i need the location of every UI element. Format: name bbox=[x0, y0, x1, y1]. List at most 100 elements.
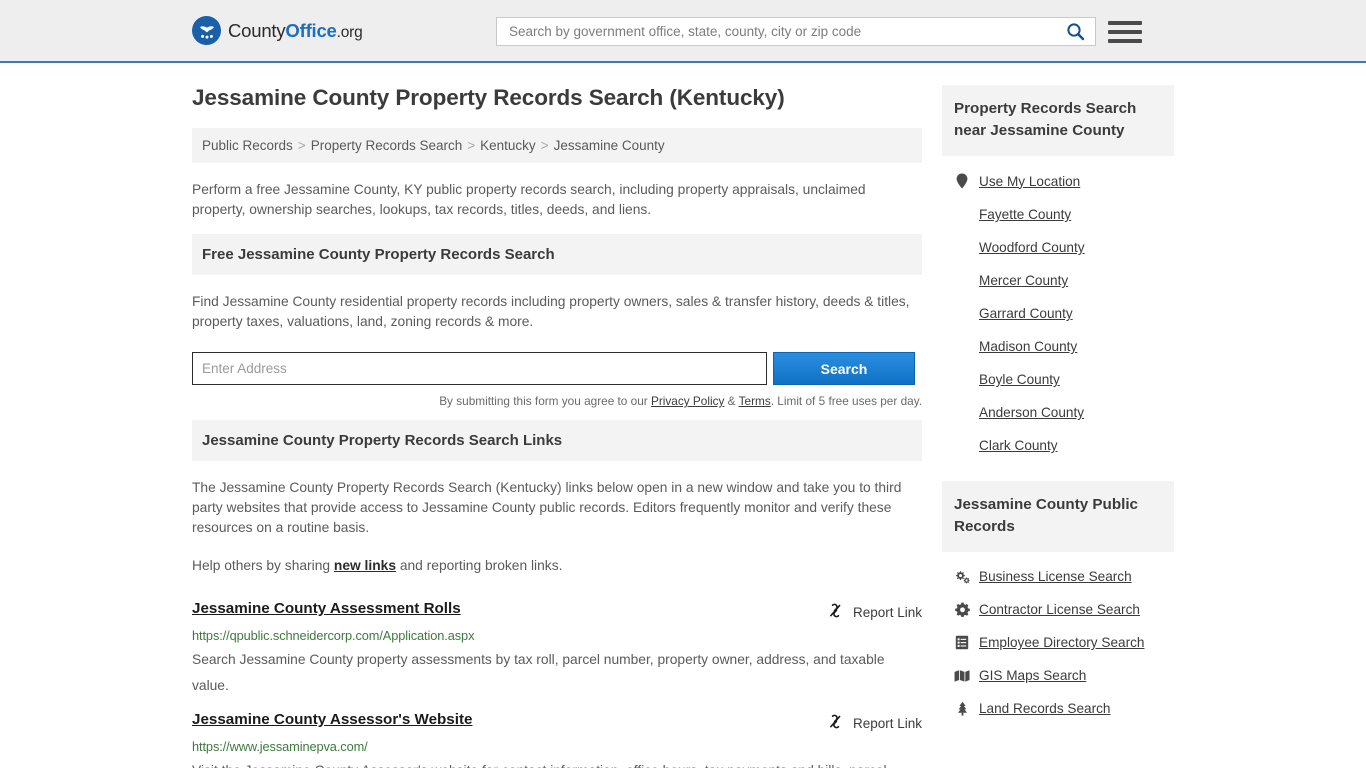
sidebar-item-boyle-county[interactable]: Boyle County bbox=[954, 363, 1174, 396]
result-description: Visit the Jessamine County Assessor's we… bbox=[192, 754, 907, 768]
site-header: CountyOffice.org bbox=[0, 0, 1366, 63]
breadcrumb-separator: > bbox=[541, 138, 549, 153]
sidebar-item-label[interactable]: Business License Search bbox=[979, 569, 1132, 584]
breadcrumb-item-kentucky[interactable]: Kentucky bbox=[480, 138, 536, 153]
sidebar-item-label[interactable]: Employee Directory Search bbox=[979, 635, 1144, 650]
sidebar-public-records-list: Business License Search Contractor Licen… bbox=[942, 552, 1174, 731]
result-header: Jessamine County Assessor's Website Repo… bbox=[192, 711, 922, 733]
result-item: Jessamine County Assessment Rolls Report… bbox=[192, 592, 922, 703]
sidebar-item-business-license-search[interactable]: Business License Search bbox=[954, 560, 1174, 593]
free-search-heading: Free Jessamine County Property Records S… bbox=[192, 234, 922, 275]
disclaimer-amp: & bbox=[724, 394, 738, 408]
breadcrumb-item-public-records[interactable]: Public Records bbox=[202, 138, 293, 153]
disclaimer-pre: By submitting this form you agree to our bbox=[439, 394, 651, 408]
sidebar-item-madison-county[interactable]: Madison County bbox=[954, 330, 1174, 363]
sidebar: Property Records Search near Jessamine C… bbox=[942, 85, 1174, 768]
cogs-icon bbox=[954, 570, 970, 584]
sidebar-item-use-my-location[interactable]: Use My Location bbox=[954, 164, 1174, 198]
sidebar-item-anderson-county[interactable]: Anderson County bbox=[954, 396, 1174, 429]
page-container: Jessamine County Property Records Search… bbox=[0, 63, 1366, 768]
breadcrumb-separator: > bbox=[298, 138, 306, 153]
result-url: https://qpublic.schneidercorp.com/Applic… bbox=[192, 622, 922, 643]
hamburger-bar bbox=[1108, 30, 1142, 34]
result-item: Jessamine County Assessor's Website Repo… bbox=[192, 703, 922, 768]
links-section-body: The Jessamine County Property Records Se… bbox=[192, 461, 922, 544]
sidebar-item-label[interactable]: Land Records Search bbox=[979, 701, 1110, 716]
logo-word-county: County bbox=[228, 20, 285, 41]
site-logo[interactable]: CountyOffice.org bbox=[192, 16, 363, 45]
sidebar-item-label[interactable]: Mercer County bbox=[979, 273, 1068, 288]
help-pre: Help others by sharing bbox=[192, 558, 334, 573]
header-search-zone bbox=[496, 17, 1142, 46]
breadcrumb: Public Records > Property Records Search > K… bbox=[192, 128, 922, 163]
breadcrumb-item-jessamine-county[interactable]: Jessamine County bbox=[554, 138, 665, 153]
hamburger-menu-icon[interactable] bbox=[1108, 17, 1142, 46]
map-pin-icon bbox=[954, 173, 970, 189]
sidebar-item-label[interactable]: Fayette County bbox=[979, 207, 1071, 222]
report-link-label: Report Link bbox=[853, 605, 922, 620]
help-others-line: Help others by sharing new links and rep… bbox=[192, 544, 922, 592]
sidebar-nearby-list: Use My Location Fayette County Woodford … bbox=[942, 156, 1174, 468]
breadcrumb-item-property-records-search[interactable]: Property Records Search bbox=[311, 138, 463, 153]
hamburger-bar bbox=[1108, 39, 1142, 43]
header-search-box[interactable] bbox=[496, 17, 1096, 46]
sidebar-item-label[interactable]: GIS Maps Search bbox=[979, 668, 1086, 683]
sidebar-item-label[interactable]: Use My Location bbox=[979, 174, 1080, 189]
result-url: https://www.jessaminepva.com/ bbox=[192, 733, 922, 754]
sidebar-item-label[interactable]: Contractor License Search bbox=[979, 602, 1140, 617]
sidebar-item-garrard-county[interactable]: Garrard County bbox=[954, 297, 1174, 330]
sidebar-item-fayette-county[interactable]: Fayette County bbox=[954, 198, 1174, 231]
broken-link-icon bbox=[827, 602, 844, 622]
sidebar-item-label[interactable]: Garrard County bbox=[979, 306, 1073, 321]
search-button[interactable]: Search bbox=[773, 352, 915, 385]
tree-icon bbox=[954, 701, 970, 716]
search-icon[interactable] bbox=[1064, 22, 1087, 41]
report-link-label: Report Link bbox=[853, 716, 922, 731]
sidebar-item-employee-directory-search[interactable]: Employee Directory Search bbox=[954, 626, 1174, 659]
broken-link-icon bbox=[827, 713, 844, 733]
breadcrumb-separator: > bbox=[467, 138, 475, 153]
result-title-link[interactable]: Jessamine County Assessment Rolls bbox=[192, 600, 461, 617]
logo-word-office: Office bbox=[285, 20, 336, 41]
disclaimer-post: . Limit of 5 free uses per day. bbox=[771, 394, 922, 408]
sidebar-item-label[interactable]: Woodford County bbox=[979, 240, 1085, 255]
sidebar-item-land-records-search[interactable]: Land Records Search bbox=[954, 692, 1174, 725]
list-alt-icon bbox=[954, 635, 970, 650]
map-icon bbox=[954, 669, 970, 683]
sidebar-gap bbox=[942, 468, 1174, 481]
sidebar-item-label[interactable]: Madison County bbox=[979, 339, 1077, 354]
sidebar-item-label[interactable]: Boyle County bbox=[979, 372, 1060, 387]
site-logo-text: CountyOffice.org bbox=[228, 20, 363, 42]
page-title: Jessamine County Property Records Search… bbox=[192, 85, 922, 111]
result-title-link[interactable]: Jessamine County Assessor's Website bbox=[192, 711, 472, 728]
hamburger-bar bbox=[1108, 21, 1142, 25]
report-link-button[interactable]: Report Link bbox=[827, 600, 922, 622]
links-section-heading: Jessamine County Property Records Search… bbox=[192, 420, 922, 461]
sidebar-item-gis-maps-search[interactable]: GIS Maps Search bbox=[954, 659, 1174, 692]
sidebar-item-label[interactable]: Anderson County bbox=[979, 405, 1084, 420]
logo-word-org: .org bbox=[337, 24, 363, 41]
sidebar-item-mercer-county[interactable]: Mercer County bbox=[954, 264, 1174, 297]
eagle-seal-icon bbox=[192, 16, 221, 45]
sidebar-item-contractor-license-search[interactable]: Contractor License Search bbox=[954, 593, 1174, 626]
terms-link[interactable]: Terms bbox=[739, 394, 771, 408]
privacy-policy-link[interactable]: Privacy Policy bbox=[651, 394, 724, 408]
content-row: Jessamine County Property Records Search… bbox=[192, 63, 1174, 768]
result-header: Jessamine County Assessment Rolls Report… bbox=[192, 600, 922, 622]
sidebar-item-label[interactable]: Clark County bbox=[979, 438, 1058, 453]
intro-paragraph: Perform a free Jessamine County, KY publ… bbox=[192, 163, 922, 234]
sidebar-nearby-heading: Property Records Search near Jessamine C… bbox=[942, 85, 1174, 156]
free-search-body: Find Jessamine County residential proper… bbox=[192, 275, 922, 338]
help-post: and reporting broken links. bbox=[396, 558, 562, 573]
report-link-button[interactable]: Report Link bbox=[827, 711, 922, 733]
new-links-link[interactable]: new links bbox=[334, 558, 396, 573]
sidebar-item-woodford-county[interactable]: Woodford County bbox=[954, 231, 1174, 264]
result-description: Search Jessamine County property assessm… bbox=[192, 643, 907, 699]
sidebar-item-clark-county[interactable]: Clark County bbox=[954, 429, 1174, 462]
address-search-form: Search bbox=[192, 352, 922, 385]
address-input[interactable] bbox=[192, 352, 767, 385]
header-search-input[interactable] bbox=[507, 23, 1064, 40]
gear-icon bbox=[954, 602, 970, 617]
sidebar-public-records-heading: Jessamine County Public Records bbox=[942, 481, 1174, 552]
form-disclaimer: By submitting this form you agree to our… bbox=[192, 385, 922, 420]
